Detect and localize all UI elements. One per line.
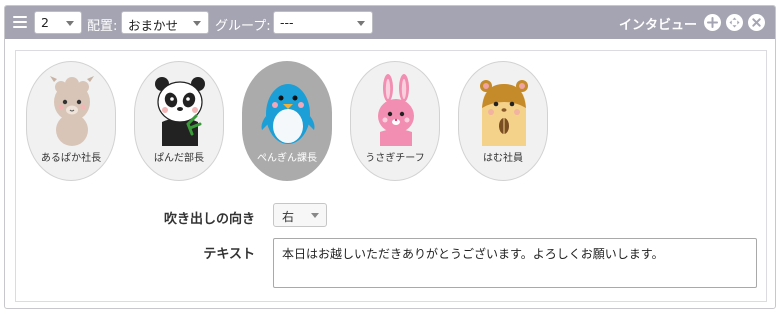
hamster-icon bbox=[480, 80, 528, 146]
interview-block: 2 配置: おまかせ グループ: --- インタビュー あるぱか社長 ぱんだ部長… bbox=[4, 5, 776, 309]
panda-icon bbox=[155, 77, 205, 146]
chevron-down-icon bbox=[357, 21, 365, 26]
chevron-down-icon bbox=[66, 21, 74, 26]
character-name: うさぎチーフ bbox=[365, 153, 425, 164]
alpaca-icon bbox=[50, 76, 94, 146]
layout-select-value: おまかせ bbox=[128, 18, 179, 33]
character-name: はむ社員 bbox=[483, 153, 523, 164]
add-icon[interactable] bbox=[704, 14, 721, 31]
character-name: ぺんぎん課長 bbox=[257, 153, 317, 164]
count-select[interactable]: 2 bbox=[34, 11, 82, 34]
character-name: あるぱか社長 bbox=[40, 153, 102, 164]
group-select[interactable]: --- bbox=[273, 11, 373, 34]
direction-label: 吹き出しの向き bbox=[163, 212, 255, 227]
chevron-down-icon bbox=[311, 213, 319, 218]
character-penguin[interactable]: ぺんぎん課長 bbox=[242, 61, 332, 181]
group-select-value: --- bbox=[280, 15, 294, 30]
count-select-value: 2 bbox=[41, 15, 49, 30]
character-panda[interactable]: ぱんだ部長 bbox=[134, 61, 224, 181]
menu-icon[interactable] bbox=[13, 16, 27, 29]
text-label: テキスト bbox=[203, 247, 255, 262]
direction-select-value: 右 bbox=[282, 210, 295, 224]
interview-panel: あるぱか社長 ぱんだ部長 ぺんぎん課長 うさぎチーフ はむ社員 吹き出しの向き … bbox=[15, 50, 767, 302]
block-title: インタビュー bbox=[618, 18, 697, 33]
group-label: グループ: bbox=[215, 19, 271, 34]
move-icon[interactable] bbox=[726, 14, 743, 31]
character-hamster[interactable]: はむ社員 bbox=[458, 61, 548, 181]
character-name: ぱんだ部長 bbox=[154, 153, 204, 164]
toolbar: 2 配置: おまかせ グループ: --- インタビュー bbox=[5, 6, 775, 39]
character-alpaca[interactable]: あるぱか社長 bbox=[26, 61, 116, 181]
close-icon[interactable] bbox=[748, 14, 765, 31]
penguin-icon bbox=[261, 84, 315, 144]
rabbit-icon bbox=[378, 74, 414, 146]
layout-select[interactable]: おまかせ bbox=[121, 11, 209, 34]
chevron-down-icon bbox=[193, 21, 201, 26]
text-input[interactable]: 本日はお越しいただきありがとうございます。よろしくお願いします。 bbox=[273, 238, 757, 288]
direction-select[interactable]: 右 bbox=[273, 203, 327, 227]
layout-label: 配置: bbox=[87, 19, 118, 34]
character-rabbit[interactable]: うさぎチーフ bbox=[350, 61, 440, 181]
